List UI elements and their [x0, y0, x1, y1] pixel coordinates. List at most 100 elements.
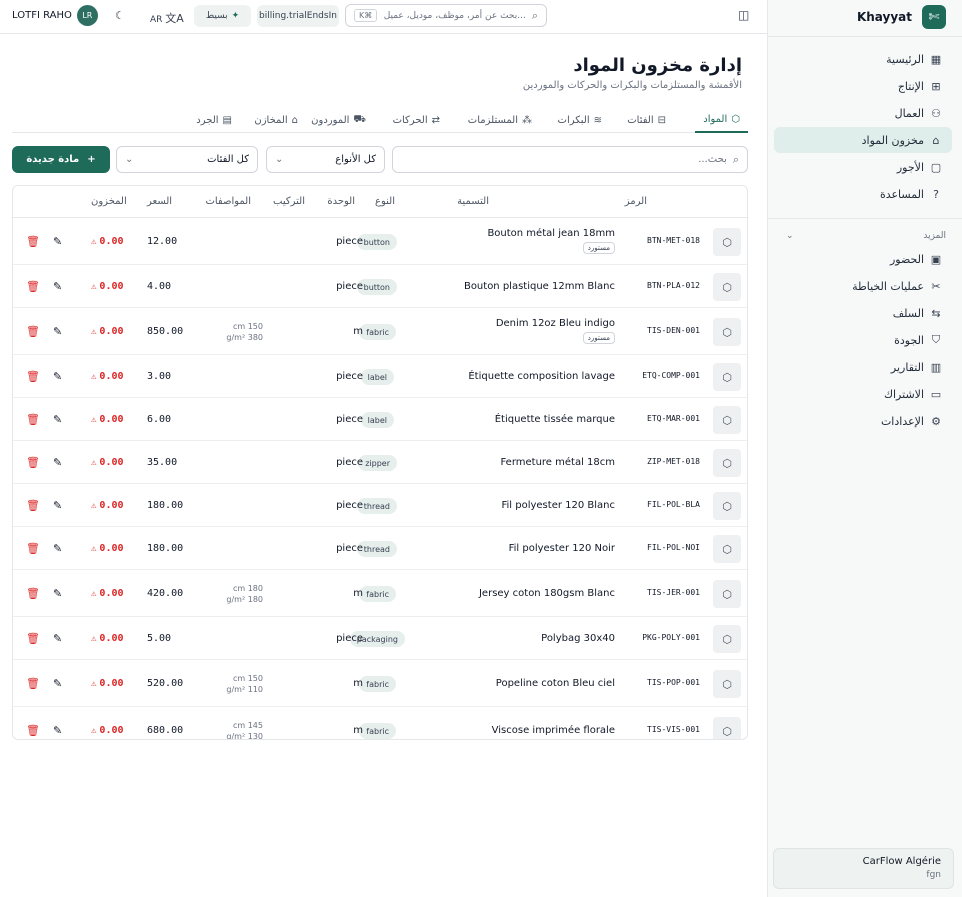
- search-box: ⌕: [392, 146, 748, 173]
- header-type: النوع: [375, 196, 395, 207]
- delete-button[interactable]: 🗑: [26, 370, 40, 383]
- trial-badge[interactable]: billing.trialEndsIn: [257, 5, 339, 27]
- delete-button[interactable]: 🗑: [26, 677, 40, 690]
- material-price: 680.00: [147, 725, 184, 736]
- edit-button[interactable]: ✎: [53, 677, 62, 690]
- command-search[interactable]: ⌕ بحث عن أمر، موظف، موديل، عميل... K⌘: [345, 4, 547, 27]
- table-row[interactable]: ⬡ ETQ-MAR-001 Étiquette tissée marque label…: [13, 398, 747, 441]
- layers-icon: ≋: [593, 114, 602, 126]
- sidebar-item-label: الأجور: [896, 160, 924, 174]
- tab-materials[interactable]: ⬡ المواد: [695, 107, 748, 133]
- delete-button[interactable]: 🗑: [26, 587, 40, 600]
- tab-supplies[interactable]: ⁂ المستلزمات: [460, 107, 540, 133]
- tab-stocktake[interactable]: ▤ الجرد: [188, 107, 240, 133]
- sidebar-item-reports[interactable]: ▥ التقارير: [774, 354, 952, 380]
- tab-label: المخازن: [254, 114, 288, 126]
- material-stock: ⚠ 0.00: [91, 281, 124, 292]
- sidebar-item-settings[interactable]: ⚙ الإعدادات: [774, 408, 952, 434]
- tab-suppliers[interactable]: ⛟ الموردون: [303, 107, 374, 133]
- clipboard-icon: ▤: [222, 114, 232, 126]
- sidebar-item-workers[interactable]: ⚇ العمال: [774, 100, 952, 126]
- table-row[interactable]: ⬡ TIS-VIS-001 Viscose imprimée florale fabr…: [13, 707, 747, 739]
- new-material-button[interactable]: + مادة جديدة: [12, 146, 110, 173]
- search-icon: ⌕: [732, 152, 739, 166]
- table-row[interactable]: ⬡ FIL-POL-NOI Fil polyester 120 Noir thread…: [13, 527, 747, 570]
- table-header: الرمز التسمية النوع الوحدة التركيب الموا…: [13, 186, 747, 218]
- delete-button[interactable]: 🗑: [26, 280, 40, 293]
- edit-button[interactable]: ✎: [53, 632, 62, 645]
- tab-warehouses[interactable]: ⌂ المخازن: [246, 107, 306, 133]
- language-toggle[interactable]: AR 文A: [150, 10, 184, 26]
- stock-value: 0.00: [99, 371, 124, 382]
- type-filter-select[interactable]: كل الأنواع ⌄: [266, 146, 385, 173]
- edit-button[interactable]: ✎: [53, 325, 62, 338]
- search-input[interactable]: [406, 154, 727, 165]
- boxes-icon: ⁂: [522, 114, 532, 126]
- user-menu[interactable]: LOTFI RAHO LR: [12, 5, 98, 26]
- warning-icon: ⚠: [91, 543, 97, 554]
- table-row[interactable]: ⬡ BTN-PLA-012 Bouton plastique 12mm Blanc b…: [13, 265, 747, 308]
- tab-movements[interactable]: ⇄ الحركات: [385, 107, 448, 133]
- delete-button[interactable]: 🗑: [26, 632, 40, 645]
- material-name-cell: Jersey coton 180gsm Blanc: [479, 588, 615, 599]
- more-group-toggle[interactable]: المزيد ⌄: [786, 229, 946, 243]
- material-stock: ⚠ 0.00: [91, 543, 124, 554]
- edit-button[interactable]: ✎: [53, 499, 62, 512]
- material-stock: ⚠ 0.00: [91, 236, 124, 247]
- table-row[interactable]: ⬡ PKG-POLY-001 Polybag 30x40 packaging piece…: [13, 617, 747, 660]
- table-row[interactable]: ⬡ ETQ-COMP-001 Étiquette composition lavag…: [13, 355, 747, 398]
- sidebar-item-quality[interactable]: ⛉ الجودة: [774, 327, 952, 353]
- edit-button[interactable]: ✎: [53, 724, 62, 737]
- edit-button[interactable]: ✎: [53, 370, 62, 383]
- delete-button[interactable]: 🗑: [26, 456, 40, 469]
- delete-button[interactable]: 🗑: [26, 724, 40, 737]
- package-icon: ⬡: [713, 717, 741, 739]
- page-title: إدارة مخزون المواد: [573, 55, 742, 76]
- table-row[interactable]: ⬡ BTN-MET-018 Bouton métal jean 18mm مستورد…: [13, 218, 747, 265]
- edit-button[interactable]: ✎: [53, 413, 62, 426]
- delete-button[interactable]: 🗑: [26, 499, 40, 512]
- sidebar-item-sewing-ops[interactable]: ✂ عمليات الخياطة: [774, 273, 952, 299]
- table-row[interactable]: ⬡ FIL-POL-BLA Fil polyester 120 Blanc threa…: [13, 484, 747, 527]
- more-group-label: المزيد: [923, 231, 946, 241]
- organization-switcher[interactable]: CarFlow Algérie fgn: [773, 848, 954, 889]
- sidebar-item-attendance[interactable]: ▣ الحضور: [774, 246, 952, 272]
- sidebar-item-advances[interactable]: ⇆ السلف: [774, 300, 952, 326]
- tab-categories[interactable]: ⊟ الفئات: [619, 107, 674, 133]
- material-specs: cm 180 g/m² 180: [226, 583, 263, 605]
- sidebar-item-subscription[interactable]: ▭ الاشتراك: [774, 381, 952, 407]
- delete-button[interactable]: 🗑: [26, 325, 40, 338]
- sidebar-item-label: الرئيسية: [886, 52, 924, 66]
- delete-button[interactable]: 🗑: [26, 235, 40, 248]
- material-unit: m: [353, 725, 363, 736]
- edit-button[interactable]: ✎: [53, 542, 62, 555]
- delete-button[interactable]: 🗑: [26, 413, 40, 426]
- sidebar-item-help[interactable]: ? المساعدة: [774, 181, 952, 207]
- moon-icon[interactable]: ☾: [115, 9, 125, 22]
- sidebar-toggle-icon[interactable]: ◫: [738, 8, 749, 22]
- material-name: Fermeture métal 18cm: [500, 457, 615, 468]
- table-row[interactable]: ⬡ TIS-DEN-001 Denim 12oz Bleu indigo مستورد…: [13, 308, 747, 355]
- material-name-cell: Denim 12oz Bleu indigo مستورد: [496, 318, 615, 344]
- delete-button[interactable]: 🗑: [26, 542, 40, 555]
- edit-button[interactable]: ✎: [53, 456, 62, 469]
- sidebar-item-inventory[interactable]: ⌂ مخزون المواد: [774, 127, 952, 153]
- table-row[interactable]: ⬡ TIS-POP-001 Popeline coton Bleu ciel fabr…: [13, 660, 747, 707]
- sidebar-item-label: الإعدادات: [880, 414, 924, 428]
- search-icon: ⌕: [531, 8, 538, 22]
- plan-badge[interactable]: بسيط ✦: [194, 5, 251, 27]
- sidebar-item-home[interactable]: ▦ الرئيسية: [774, 46, 952, 72]
- sidebar-item-production[interactable]: ⊞ الإنتاج: [774, 73, 952, 99]
- warning-icon: ⚠: [91, 588, 97, 599]
- tab-rolls[interactable]: ≋ البكرات: [550, 107, 610, 133]
- category-filter-select[interactable]: كل الفئات ⌄: [116, 146, 258, 173]
- table-row[interactable]: ⬡ TIS-JER-001 Jersey coton 180gsm Blanc fab…: [13, 570, 747, 617]
- edit-button[interactable]: ✎: [53, 280, 62, 293]
- brand[interactable]: ✄ Khayyat: [857, 5, 946, 29]
- sidebar-item-wages[interactable]: ▢ الأجور: [774, 154, 952, 180]
- warning-icon: ⚠: [91, 725, 97, 736]
- edit-button[interactable]: ✎: [53, 587, 62, 600]
- table-row[interactable]: ⬡ ZIP-MET-018 Fermeture métal 18cm zipper pi…: [13, 441, 747, 484]
- users-icon: ⚇: [931, 106, 941, 120]
- edit-button[interactable]: ✎: [53, 235, 62, 248]
